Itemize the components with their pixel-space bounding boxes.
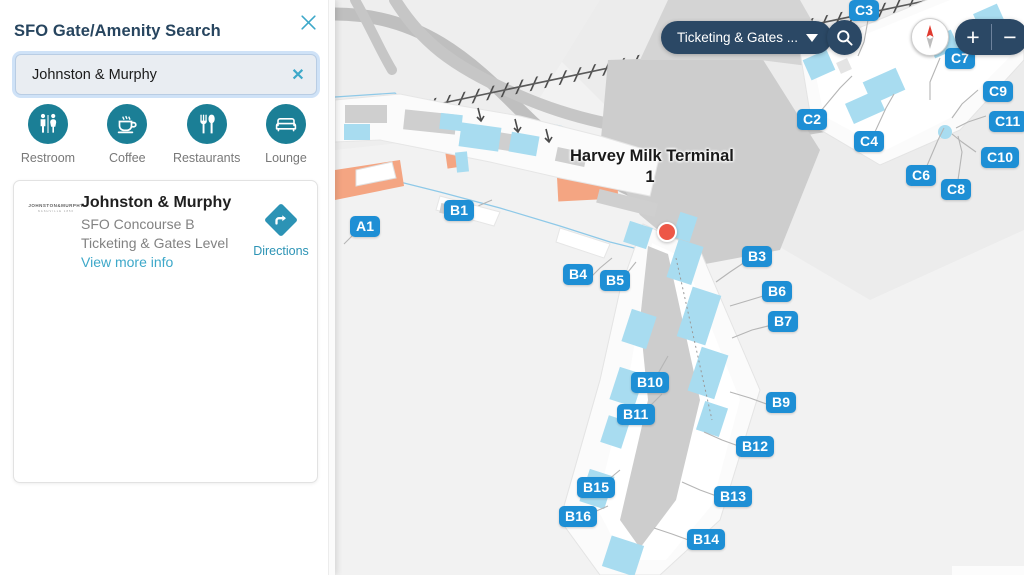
amenity-label: Coffee [109,151,146,165]
terminal-label-line1: Harvey Milk Terminal [570,147,734,165]
gate-marker-c4[interactable]: C4 [854,131,885,152]
zoom-in-button[interactable]: + [955,19,991,55]
amenity-lounge[interactable]: Lounge [250,104,322,165]
brand-logo-line2: NASHVILLE 1850 [37,210,75,213]
chevron-down-icon [806,34,819,42]
terminal-name-label: Harvey Milk Terminal 1 [570,146,734,188]
gate-marker-b11[interactable]: B11 [617,404,655,425]
brand-logo: JOHNSTON&MURPHY NASHVILLE 1850 [27,195,85,221]
gate-area-5 [454,151,470,173]
gate-marker-b6[interactable]: B6 [762,281,793,302]
gate-marker-b14[interactable]: B14 [687,529,726,550]
lounge-glyph [275,118,297,132]
restroom-icon [28,104,68,144]
restroom-glyph [40,113,57,133]
page-title: SFO Gate/Amenity Search [14,22,221,40]
gate-area-4 [344,124,370,140]
directions-label: Directions [253,244,309,258]
gate-marker-c9[interactable]: C9 [983,81,1014,102]
brand-logo-line1: JOHNSTON&MURPHY [28,203,84,208]
amenity-shortcuts: Restroom Coffee Restaurants Lounge [12,104,322,165]
sfo-map-application: Harvey Milk Terminal 1 A1 B1 B3 B4 B5 B6 B7 B9 B… [0,0,1024,575]
gate-marker-b15[interactable]: B15 [577,477,616,498]
zoom-controls[interactable]: + − [955,19,1024,55]
result-location: SFO Concourse B [81,216,195,232]
gate-marker-c11[interactable]: C11 [989,111,1024,132]
amenity-label: Restaurants [172,151,241,165]
gate-marker-b7[interactable]: B7 [768,311,799,332]
gate-area-3 [439,112,463,132]
level-selector-label: Ticketing & Gates ... [677,30,799,45]
coffee-icon [107,104,148,144]
result-level: Ticketing & Gates Level [81,235,229,251]
clear-search-icon[interactable]: ✕ [280,55,316,94]
gate-marker-b3[interactable]: B3 [742,246,773,267]
gate-marker-b13[interactable]: B13 [714,486,753,507]
map-search-button[interactable] [827,20,862,55]
search-input[interactable] [16,55,280,94]
close-x-glyph [300,14,316,30]
search-field-wrapper[interactable]: ✕ [15,54,317,95]
restaurants-glyph [199,114,215,134]
panel-scrollbar[interactable] [328,0,335,575]
gate-marker-b1[interactable]: B1 [444,200,475,221]
gate-marker-c3[interactable]: C3 [849,0,880,21]
restaurants-icon [186,104,227,144]
directions-button[interactable]: Directions [250,203,312,258]
close-icon[interactable] [297,11,319,33]
gate-marker-b12[interactable]: B12 [736,436,775,457]
result-name: Johnston & Murphy [81,194,232,211]
amenity-label: Restroom [20,151,76,165]
gate-marker-b5[interactable]: B5 [600,270,631,291]
directions-arrow-icon [265,204,297,236]
gate-marker-b16[interactable]: B16 [559,506,598,527]
gate-marker-b10[interactable]: B10 [631,372,670,393]
gate-marker-b9[interactable]: B9 [766,392,797,413]
level-selector-dropdown[interactable]: Ticketing & Gates ... [661,21,833,54]
amenity-restaurants[interactable]: Restaurants [171,104,243,165]
search-icon [837,30,853,46]
current-location-dot[interactable] [657,222,677,242]
coffee-glyph [118,115,137,134]
lounge-icon [265,104,306,144]
compass-control[interactable] [911,18,949,56]
terminal-label-line2: 1 [645,168,655,186]
service-block-4 [345,105,387,123]
search-panel: SFO Gate/Amenity Search ✕ Restroom [0,0,335,575]
amenity-restroom[interactable]: Restroom [12,104,84,165]
amenity-label: Lounge [265,151,307,165]
search-result-card[interactable]: JOHNSTON&MURPHY NASHVILLE 1850 Johnston … [13,180,318,483]
gate-marker-c10[interactable]: C10 [981,147,1020,168]
gate-marker-b4[interactable]: B4 [563,264,594,285]
gate-marker-c2[interactable]: C2 [797,109,828,130]
compass-needle-icon [926,25,934,49]
gate-marker-c6[interactable]: C6 [906,165,937,186]
map-attribution-strip [952,566,1024,575]
view-more-info-link[interactable]: View more info [81,254,173,270]
amenity-coffee[interactable]: Coffee [91,104,163,165]
gate-marker-a1[interactable]: A1 [350,216,381,237]
zoom-out-button[interactable]: − [992,19,1024,55]
gate-marker-c8[interactable]: C8 [941,179,972,200]
